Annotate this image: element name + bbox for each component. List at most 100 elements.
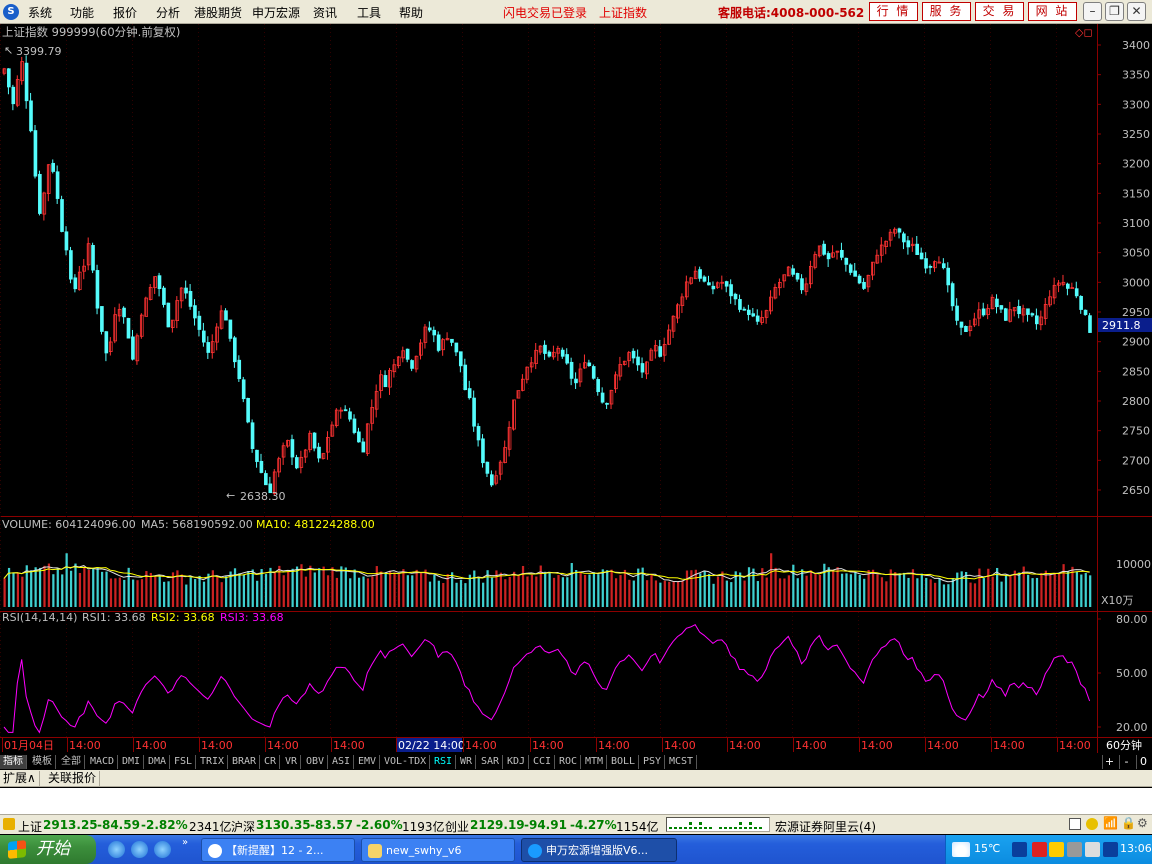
indicator-tab-fsl[interactable]: FSL <box>171 755 197 769</box>
volume-bar <box>774 567 777 607</box>
menu-analysis[interactable]: 分析 <box>156 4 180 21</box>
indicator-tab-dma[interactable]: DMA <box>145 755 171 769</box>
time-tick-label: 14:00 <box>993 739 1025 752</box>
ie-icon-3[interactable] <box>154 841 171 858</box>
indicator-tab-mtm[interactable]: MTM <box>582 755 608 769</box>
kline-chart[interactable]: 3400 3350 3300 3250 3200 3150 3100 3050 3000 2950… <box>0 24 1152 768</box>
indicator-tab-dmi[interactable]: DMI <box>119 755 145 769</box>
rsi-axis: 80.00 50.00 20.00 <box>1097 613 1148 734</box>
volume-bar <box>477 576 480 607</box>
indicator-tab-wr[interactable]: WR <box>457 755 477 769</box>
start-button[interactable]: 开始 <box>0 835 96 864</box>
volume-bar <box>765 577 768 607</box>
task-browser[interactable]: 【新提醒】12 - 2... <box>201 838 355 862</box>
indicator-tab-vol-tdx[interactable]: VOL-TDX <box>381 755 431 769</box>
indicator-tab-trix[interactable]: TRIX <box>197 755 229 769</box>
period-label[interactable]: 60分钟 <box>1106 738 1142 752</box>
menu-quote[interactable]: 报价 <box>113 4 137 21</box>
menu-system[interactable]: 系统 <box>28 4 52 21</box>
ie-icon-2[interactable] <box>131 841 148 858</box>
volume-bar <box>309 565 312 607</box>
indicator-tab-psy[interactable]: PSY <box>640 755 666 769</box>
restore-icon[interactable]: ❐ <box>1105 2 1124 21</box>
lock-icon[interactable]: 🔒 <box>1121 816 1136 830</box>
volume-icon[interactable] <box>1085 842 1100 857</box>
tray-app-icon-2[interactable] <box>1067 842 1082 857</box>
ie-icon[interactable] <box>108 841 125 858</box>
trade-button[interactable]: 交 易 <box>975 2 1024 21</box>
volume-bar <box>264 574 268 607</box>
volume-value: VOLUME: 604124096.00 <box>2 518 136 531</box>
indicator-tab-全部[interactable]: 全部 <box>58 755 85 769</box>
candle-body <box>955 305 959 321</box>
indicator-tab-rsi[interactable]: RSI <box>431 755 457 769</box>
menu-help[interactable]: 帮助 <box>399 4 423 21</box>
menu-info[interactable]: 资讯 <box>313 4 337 21</box>
zoom-in-button[interactable]: + <box>1102 755 1116 769</box>
indicator-tab-asi[interactable]: ASI <box>329 755 355 769</box>
window-icon[interactable] <box>1069 818 1081 830</box>
time-tick-label: 14:00 <box>1059 739 1091 752</box>
related-quotes-tab[interactable]: 关联报价 <box>45 771 101 786</box>
indicator-tab-emv[interactable]: EMV <box>355 755 381 769</box>
indicator-tab-mcst[interactable]: MCST <box>666 755 698 769</box>
menu-swhy[interactable]: 申万宏源 <box>252 4 300 21</box>
volume-bar <box>428 581 432 607</box>
indicator-tab-vr[interactable]: VR <box>282 755 302 769</box>
volume-bar <box>256 580 259 607</box>
indicator-tab-roc[interactable]: ROC <box>556 755 582 769</box>
task-folder[interactable]: new_swhy_v6 <box>361 838 515 862</box>
volume-bar <box>575 570 578 607</box>
status-menu-icon[interactable] <box>3 818 15 830</box>
tray-app-icon[interactable] <box>1049 842 1064 857</box>
indicator-tab-macd[interactable]: MACD <box>87 755 119 769</box>
service-button[interactable]: 服 务 <box>922 2 971 21</box>
indicator-tab-cci[interactable]: CCI <box>530 755 556 769</box>
menu-tools[interactable]: 工具 <box>357 4 381 21</box>
chart-options-icon[interactable]: ◇◻ <box>1075 26 1093 39</box>
minimize-icon[interactable]: – <box>1083 2 1102 21</box>
indicator-tab-模板[interactable]: 模板 <box>29 755 56 769</box>
close-icon[interactable]: ✕ <box>1127 2 1146 21</box>
chart-area[interactable]: 3400 3350 3300 3250 3200 3150 3100 3050 3000 2950… <box>0 24 1152 768</box>
indicator-tab-kdj[interactable]: KDJ <box>504 755 530 769</box>
menu-hk-futures[interactable]: 港股期货 <box>194 4 242 21</box>
indicator-tab-boll[interactable]: BOLL <box>608 755 640 769</box>
signal-icon[interactable]: 📶 <box>1103 816 1118 830</box>
volume-bar <box>650 574 653 607</box>
cy-label: 创业 <box>445 820 470 834</box>
indicator-tab-brar[interactable]: BRAR <box>229 755 261 769</box>
candle-body <box>489 474 494 486</box>
weather-cloud-icon[interactable] <box>952 842 970 857</box>
tray-app-icon-3[interactable] <box>1103 842 1118 857</box>
input-method-icon[interactable] <box>1032 842 1047 857</box>
indicator-tab-sar[interactable]: SAR <box>478 755 504 769</box>
reset-zoom-button[interactable]: 0 <box>1136 755 1150 769</box>
candle-body <box>591 366 596 379</box>
indicator-tab-cr[interactable]: CR <box>261 755 281 769</box>
menu-function[interactable]: 功能 <box>70 4 94 21</box>
indicator-tab-指标[interactable]: 指标 <box>0 755 27 769</box>
candle-body <box>73 277 78 290</box>
settings-icon[interactable]: ⚙ <box>1137 816 1148 830</box>
candle-body <box>383 375 388 388</box>
quicklaunch-more-icon[interactable]: » <box>182 837 188 848</box>
indicator-tab-obv[interactable]: OBV <box>303 755 329 769</box>
volume-bar <box>109 578 113 607</box>
volume-bar <box>597 574 600 607</box>
notify-icon[interactable] <box>1086 818 1098 830</box>
task-swhy-app[interactable]: 申万宏源增强版V6... <box>521 838 677 862</box>
time-tick-label: 14:00 <box>333 739 365 752</box>
volume-bar <box>1058 573 1061 607</box>
candle-body <box>228 319 233 339</box>
market-button[interactable]: 行 情 <box>869 2 918 21</box>
website-button[interactable]: 网 站 <box>1028 2 1077 21</box>
expand-button[interactable]: 扩展∧ <box>0 771 40 786</box>
task-folder-label: new_swhy_v6 <box>386 844 462 857</box>
broker-server[interactable]: 宏源证券阿里云(4) <box>775 818 876 835</box>
network-icon[interactable] <box>1012 842 1027 857</box>
zoom-out-button[interactable]: - <box>1119 755 1133 769</box>
app-logo-icon[interactable]: S <box>3 4 19 20</box>
sh-value: 2913.25 <box>43 818 98 832</box>
candle-body <box>427 327 432 331</box>
